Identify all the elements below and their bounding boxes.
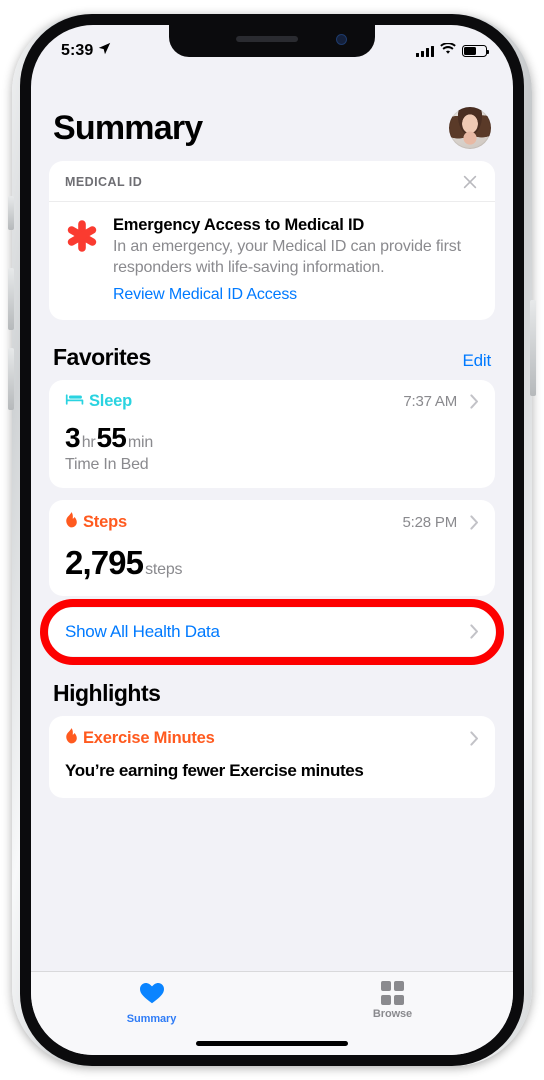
tab-summary[interactable]: Summary xyxy=(31,981,272,1025)
favorite-card-steps[interactable]: Steps 5:28 PM 2,795 steps xyxy=(49,499,495,596)
notch xyxy=(169,25,375,57)
favorite-card-sleep[interactable]: Sleep 7:37 AM 3 hr 55 min Time In Bed xyxy=(49,379,495,488)
status-bar-right xyxy=(416,42,490,60)
chevron-right-icon xyxy=(470,394,479,409)
medical-id-title: Emergency Access to Medical ID xyxy=(113,216,365,234)
medical-id-card-header: MEDICAL ID xyxy=(49,161,495,202)
favorite-timestamp: 7:37 AM xyxy=(403,393,457,411)
chevron-right-icon xyxy=(470,515,479,530)
bed-icon xyxy=(65,392,84,412)
highlight-text: You’re earning fewer Exercise minutes xyxy=(65,760,364,780)
page-header: Summary xyxy=(31,69,513,161)
volume-up-button[interactable] xyxy=(8,268,14,330)
favorite-subtitle: Time In Bed xyxy=(65,455,149,473)
highlight-name: Exercise Minutes xyxy=(83,729,215,748)
review-medical-id-access-link[interactable]: Review Medical ID Access xyxy=(113,286,479,304)
highlights-title: Highlights xyxy=(53,679,161,706)
location-arrow-icon xyxy=(98,42,111,60)
medical-id-card[interactable]: MEDICAL ID Emergency Access to Medical I… xyxy=(49,161,495,320)
favorite-name: Sleep xyxy=(89,392,133,411)
favorite-value-number: 3 xyxy=(65,421,81,453)
flame-icon xyxy=(65,511,78,534)
medical-id-card-body: Emergency Access to Medical ID In an eme… xyxy=(49,202,495,320)
front-camera xyxy=(336,34,347,45)
chevron-right-icon xyxy=(470,624,479,639)
medical-id-description: In an emergency, your Medical ID can pro… xyxy=(113,238,461,277)
favorite-card-header: Steps 5:28 PM xyxy=(65,511,479,534)
chevron-right-icon xyxy=(470,731,479,746)
status-time: 5:39 xyxy=(61,42,94,59)
favorite-value-number-2: 55 xyxy=(96,421,127,453)
favorite-value-unit-2: min xyxy=(127,433,154,451)
highlight-card-exercise-minutes[interactable]: Exercise Minutes You’re earning fewer Ex… xyxy=(49,715,495,798)
tab-label-summary: Summary xyxy=(126,1013,177,1025)
medical-id-section-label: MEDICAL ID xyxy=(65,175,143,189)
edit-favorites-button[interactable]: Edit xyxy=(463,351,492,371)
flame-icon xyxy=(65,727,78,750)
cellular-bars-icon xyxy=(416,45,434,57)
favorite-value-unit: steps xyxy=(145,560,183,578)
favorites-section-header: Favorites Edit xyxy=(53,344,491,371)
highlight-card-header: Exercise Minutes xyxy=(65,727,479,750)
highlights-section-header: Highlights xyxy=(53,680,491,707)
favorite-card-header: Sleep 7:37 AM xyxy=(65,392,479,412)
show-all-health-data-wrapper: Show All Health Data xyxy=(40,598,504,665)
favorite-value-unit: hr xyxy=(81,433,96,451)
home-indicator[interactable] xyxy=(196,1041,348,1046)
favorite-timestamp: 5:28 PM xyxy=(402,514,458,532)
earpiece-speaker xyxy=(236,36,299,42)
avatar[interactable] xyxy=(449,107,491,149)
wifi-icon xyxy=(440,42,456,60)
favorites-title: Favorites xyxy=(53,343,151,370)
favorite-value: 2,795 steps xyxy=(65,544,479,582)
show-all-health-data-button[interactable]: Show All Health Data xyxy=(49,607,495,656)
volume-down-button[interactable] xyxy=(8,348,14,410)
power-button[interactable] xyxy=(530,300,536,396)
favorite-value: 3 hr 55 min xyxy=(65,422,479,454)
page-title: Summary xyxy=(53,108,203,147)
silent-switch[interactable] xyxy=(8,196,14,230)
battery-icon xyxy=(462,45,490,57)
favorite-name: Steps xyxy=(83,513,127,532)
favorite-value-number: 2,795 xyxy=(65,543,144,581)
phone-screen: 5:39 Summary MEDICAL ID Emergency Access… xyxy=(31,25,513,1055)
grid-icon xyxy=(380,981,405,1005)
show-all-health-data-label: Show All Health Data xyxy=(65,621,220,641)
tab-browse[interactable]: Browse xyxy=(272,981,513,1020)
medical-id-text: Emergency Access to Medical ID In an eme… xyxy=(113,216,479,304)
close-icon[interactable] xyxy=(461,173,479,191)
medical-asterisk-icon xyxy=(65,216,99,304)
scroll-content[interactable]: Summary MEDICAL ID Emergency Access to M… xyxy=(31,69,513,1055)
heart-icon xyxy=(139,981,165,1010)
status-bar-left: 5:39 xyxy=(61,42,111,60)
tab-label-browse: Browse xyxy=(372,1007,413,1020)
